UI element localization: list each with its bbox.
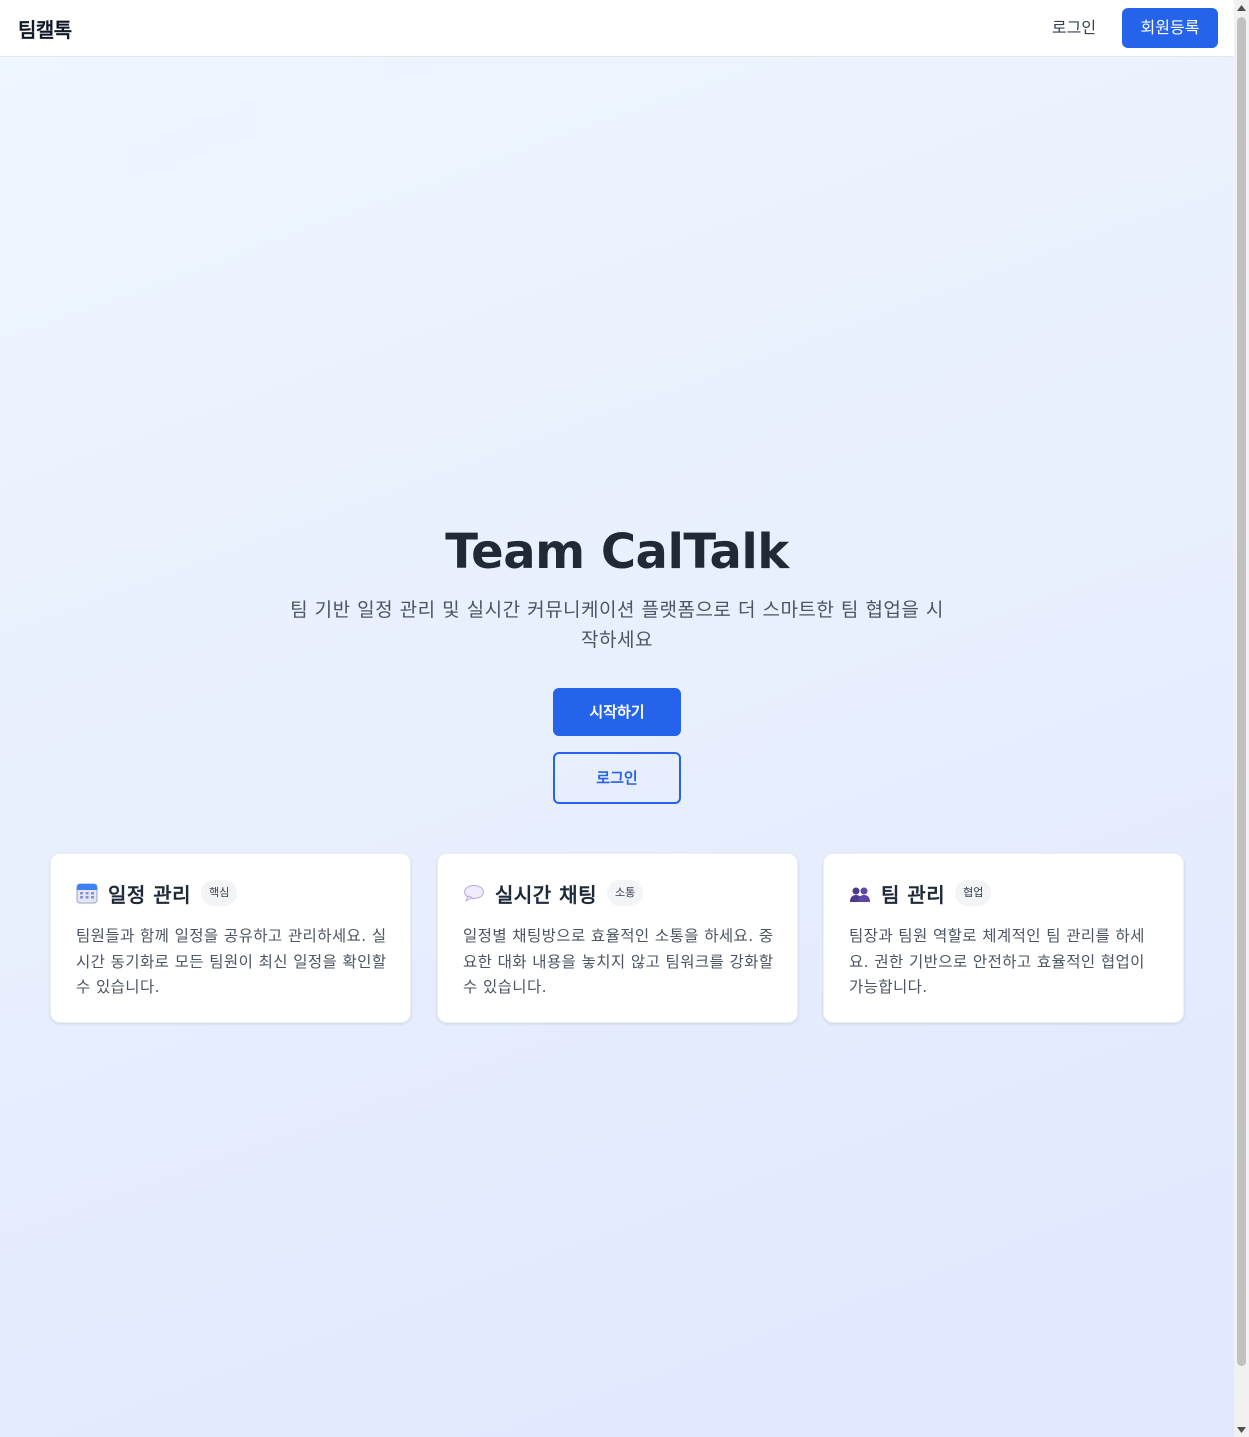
team-icon xyxy=(849,882,871,904)
nav-register-button[interactable]: 회원등록 xyxy=(1122,8,1218,48)
scroll-up-arrow-icon[interactable] xyxy=(1234,0,1249,15)
card-badge: 핵심 xyxy=(201,880,238,906)
card-badge: 협업 xyxy=(955,880,992,906)
feature-card-schedule: 일정 관리 핵심 팀원들과 함께 일정을 공유하고 관리하세요. 실시간 동기화… xyxy=(50,853,411,1023)
card-title: 실시간 채팅 xyxy=(495,882,597,907)
top-navbar: 팀캘톡 로그인 회원등록 xyxy=(0,0,1234,57)
hero-title: Team CalTalk xyxy=(445,524,789,580)
start-button[interactable]: 시작하기 xyxy=(553,688,681,736)
scrollbar-thumb[interactable] xyxy=(1237,17,1246,1366)
hero-subtitle: 팀 기반 일정 관리 및 실시간 커뮤니케이션 플랫폼으로 더 스마트한 팀 협… xyxy=(290,599,944,651)
card-badge: 소통 xyxy=(606,880,644,906)
page-background: 팀캘톡 로그인 회원등록 Team CalTalk 팀 기반 일정 관리 및 실… xyxy=(0,0,1234,1437)
scroll-down-arrow-icon[interactable] xyxy=(1234,1422,1249,1437)
card-description: 일정별 채팅방으로 효율적인 소통을 하세요. 중요한 대화 내용을 놓치지 않… xyxy=(463,927,774,996)
speech-bubble-icon xyxy=(463,882,485,904)
vertical-scrollbar[interactable] xyxy=(1234,0,1249,1437)
card-title: 일정 관리 xyxy=(108,882,192,907)
feature-card-team: 팀 관리 협업 팀장과 팀원 역할로 체계적인 팀 관리를 하세요. 권한 기반… xyxy=(823,853,1184,1023)
card-header: 실시간 채팅 소통 xyxy=(463,878,644,908)
calendar-icon xyxy=(76,882,98,904)
card-header: 팀 관리 협업 xyxy=(849,878,992,908)
card-description: 팀원들과 함께 일정을 공유하고 관리하세요. 실시간 동기화로 모든 팀원이 … xyxy=(76,927,387,996)
card-description: 팀장과 팀원 역할로 체계적인 팀 관리를 하세요. 권한 기반으로 안전하고 … xyxy=(849,927,1145,996)
card-header: 일정 관리 핵심 xyxy=(76,878,238,908)
card-title: 팀 관리 xyxy=(881,882,946,907)
feature-card-chat: 실시간 채팅 소통 일정별 채팅방으로 효율적인 소통을 하세요. 중요한 대화… xyxy=(437,853,798,1023)
brand-logo[interactable]: 팀캘톡 xyxy=(18,14,72,43)
nav-login-link[interactable]: 로그인 xyxy=(1038,8,1110,48)
hero-login-button[interactable]: 로그인 xyxy=(553,752,681,804)
